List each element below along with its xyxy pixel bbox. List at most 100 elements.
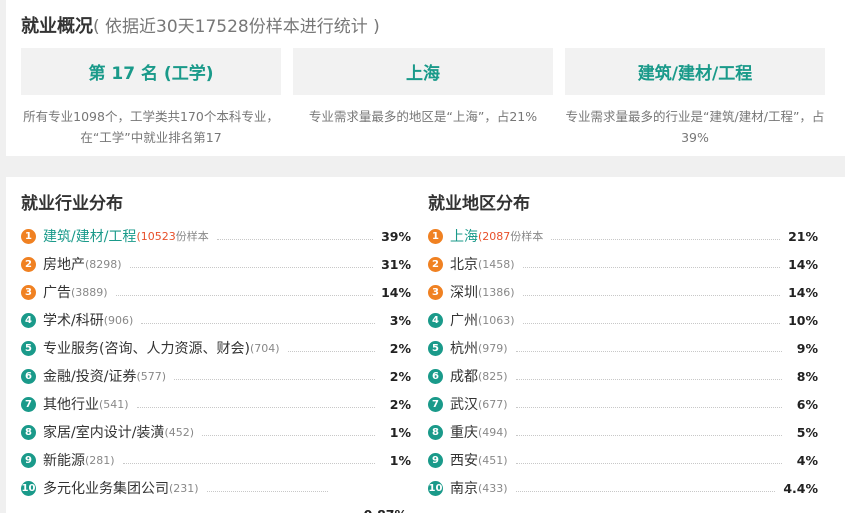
list-item: 10 多元化业务集团公司(231) 0.87% [21, 474, 411, 513]
dotted-leader [515, 462, 782, 464]
top-region-value: 上海 [406, 64, 440, 84]
dotted-leader [515, 350, 782, 352]
rank-badge: 5 [428, 340, 443, 356]
item-label-link[interactable]: 深圳 [450, 282, 478, 302]
item-percentage: 10% [788, 312, 818, 328]
item-label-link[interactable]: 金融/投资/证券 [43, 366, 136, 386]
item-label-link[interactable]: 房地产 [43, 254, 85, 274]
list-item: 5 杭州 (979) 9% [428, 334, 818, 362]
item-percentage: 2% [389, 340, 411, 356]
region-distribution-title: 就业地区分布 [428, 194, 530, 214]
list-item: 3 广告 (3889) 14% [21, 278, 411, 306]
overview-subtitle: ( 依据近30天17528份样本进行统计 ) [93, 17, 380, 37]
item-label-link[interactable]: 西安 [450, 450, 478, 470]
industry-list: 1 建筑/建材/工程 (10523 份样本 39% 2 房地产 (8298) 31% 3 广告 (38… [21, 222, 411, 513]
item-sample-count: (541) [99, 397, 129, 411]
dotted-leader [287, 350, 375, 352]
dotted-leader [522, 266, 781, 268]
rank-badge: 3 [428, 284, 443, 300]
item-percentage: 21% [788, 228, 818, 244]
item-sample-count: (8298) [85, 257, 122, 271]
item-label-link[interactable]: 广告 [43, 282, 71, 302]
item-label-link[interactable]: 专业服务(咨询、人力资源、财会) [43, 338, 250, 358]
item-sample-count: (704) [249, 341, 280, 355]
rank-badge: 10 [21, 480, 36, 496]
item-label-link[interactable]: 其他行业 [43, 394, 99, 414]
top-region-description: 专业需求量最多的地区是“上海”，占21% [308, 109, 538, 124]
item-percentage: 14% [788, 284, 818, 300]
overview-title: 就业概况 [21, 16, 93, 37]
item-sample-count: (494) [478, 425, 508, 439]
item-sample-count: (10523 [136, 229, 176, 243]
item-percentage: 3% [389, 312, 411, 328]
dotted-leader [202, 434, 375, 436]
rank-badge: 10 [428, 480, 443, 496]
dotted-leader [515, 490, 776, 492]
distribution-panel: 就业行业分布 1 建筑/建材/工程 (10523 份样本 39% 2 房地产 (8298) 31… [6, 177, 845, 513]
item-sample-count: (979) [478, 341, 508, 355]
list-item: 6 成都 (825) 8% [428, 362, 818, 390]
dotted-leader [141, 322, 375, 324]
item-percentage: 31% [381, 256, 411, 272]
item-percentage: 4.4% [783, 480, 818, 496]
rank-badge: 4 [428, 312, 443, 328]
list-item: 7 其他行业 (541) 2% [21, 390, 411, 418]
rank-badge: 5 [21, 340, 36, 356]
list-item: 8 重庆 (494) 5% [428, 418, 818, 446]
rank-badge: 2 [21, 256, 36, 272]
item-percentage: 1% [389, 452, 411, 468]
item-label-link[interactable]: 杭州 [450, 338, 478, 358]
rank-badge: 3 [21, 284, 36, 300]
item-sample-count: (577) [136, 369, 167, 383]
dotted-leader [122, 462, 375, 464]
item-sample-count: (231) [169, 481, 199, 495]
top-industry-value: 建筑/建材/工程 [637, 64, 753, 84]
rank-badge: 7 [21, 396, 36, 412]
item-label-link[interactable]: 北京 [450, 254, 478, 274]
list-item: 6 金融/投资/证券 (577) 2% [21, 362, 411, 390]
item-percentage: 9% [796, 340, 818, 356]
dotted-leader [515, 378, 782, 380]
list-item: 1 建筑/建材/工程 (10523 份样本 39% [21, 222, 411, 250]
dotted-leader [515, 434, 782, 436]
item-sample-count: (2087 [478, 229, 511, 243]
item-label-link[interactable]: 家居/室内设计/装潢 [43, 422, 164, 442]
item-label-link[interactable]: 成都 [450, 366, 478, 386]
top-industry-stat-box: 建筑/建材/工程 [565, 48, 825, 95]
item-percentage: 5% [796, 424, 818, 440]
dotted-leader [216, 238, 374, 240]
list-item: 2 房地产 (8298) 31% [21, 250, 411, 278]
item-percentage: 6% [796, 396, 818, 412]
list-item: 1 上海 (2087 份样本 21% [428, 222, 818, 250]
ranking-stat-box: 第 17 名 (工学) [21, 48, 281, 95]
overview-heading: 就业概况( 依据近30天17528份样本进行统计 ) [21, 12, 380, 38]
dotted-leader [174, 378, 375, 380]
item-sample-count: (1386) [478, 285, 515, 299]
item-label-link[interactable]: 学术/科研 [43, 310, 104, 330]
item-percentage: 1% [389, 424, 411, 440]
dotted-leader [551, 238, 781, 240]
ranking-value: 第 17 名 (工学) [88, 64, 214, 84]
item-percentage: 0.87% [364, 507, 407, 513]
rank-badge: 4 [21, 312, 36, 328]
item-label-link[interactable]: 广州 [450, 310, 478, 330]
item-label-link[interactable]: 多元化业务集团公司 [43, 478, 169, 498]
ranking-description: 所有专业1098个，工学类共170个本科专业，在“工学”中就业排名第17 [23, 109, 279, 145]
item-label-link[interactable]: 新能源 [43, 450, 85, 470]
item-label-link[interactable]: 重庆 [450, 422, 478, 442]
item-sample-count: (452) [164, 425, 195, 439]
list-item: 8 家居/室内设计/装潢 (452) 1% [21, 418, 411, 446]
rank-badge: 2 [428, 256, 443, 272]
item-sample-count: (281) [85, 453, 115, 467]
industry-distribution-title: 就业行业分布 [21, 194, 123, 214]
top-region-stat-box: 上海 [293, 48, 553, 95]
item-label-link[interactable]: 武汉 [450, 394, 478, 414]
item-sample-count: (451) [478, 453, 508, 467]
list-item: 9 新能源 (281) 1% [21, 446, 411, 474]
item-label-link[interactable]: 南京 [450, 478, 478, 498]
list-item: 5 专业服务(咨询、人力资源、财会) (704) 2% [21, 334, 411, 362]
item-percentage: 14% [788, 256, 818, 272]
item-label-link[interactable]: 建筑/建材/工程 [43, 226, 136, 246]
item-percentage: 4% [796, 452, 818, 468]
item-label-link[interactable]: 上海 [450, 226, 478, 246]
